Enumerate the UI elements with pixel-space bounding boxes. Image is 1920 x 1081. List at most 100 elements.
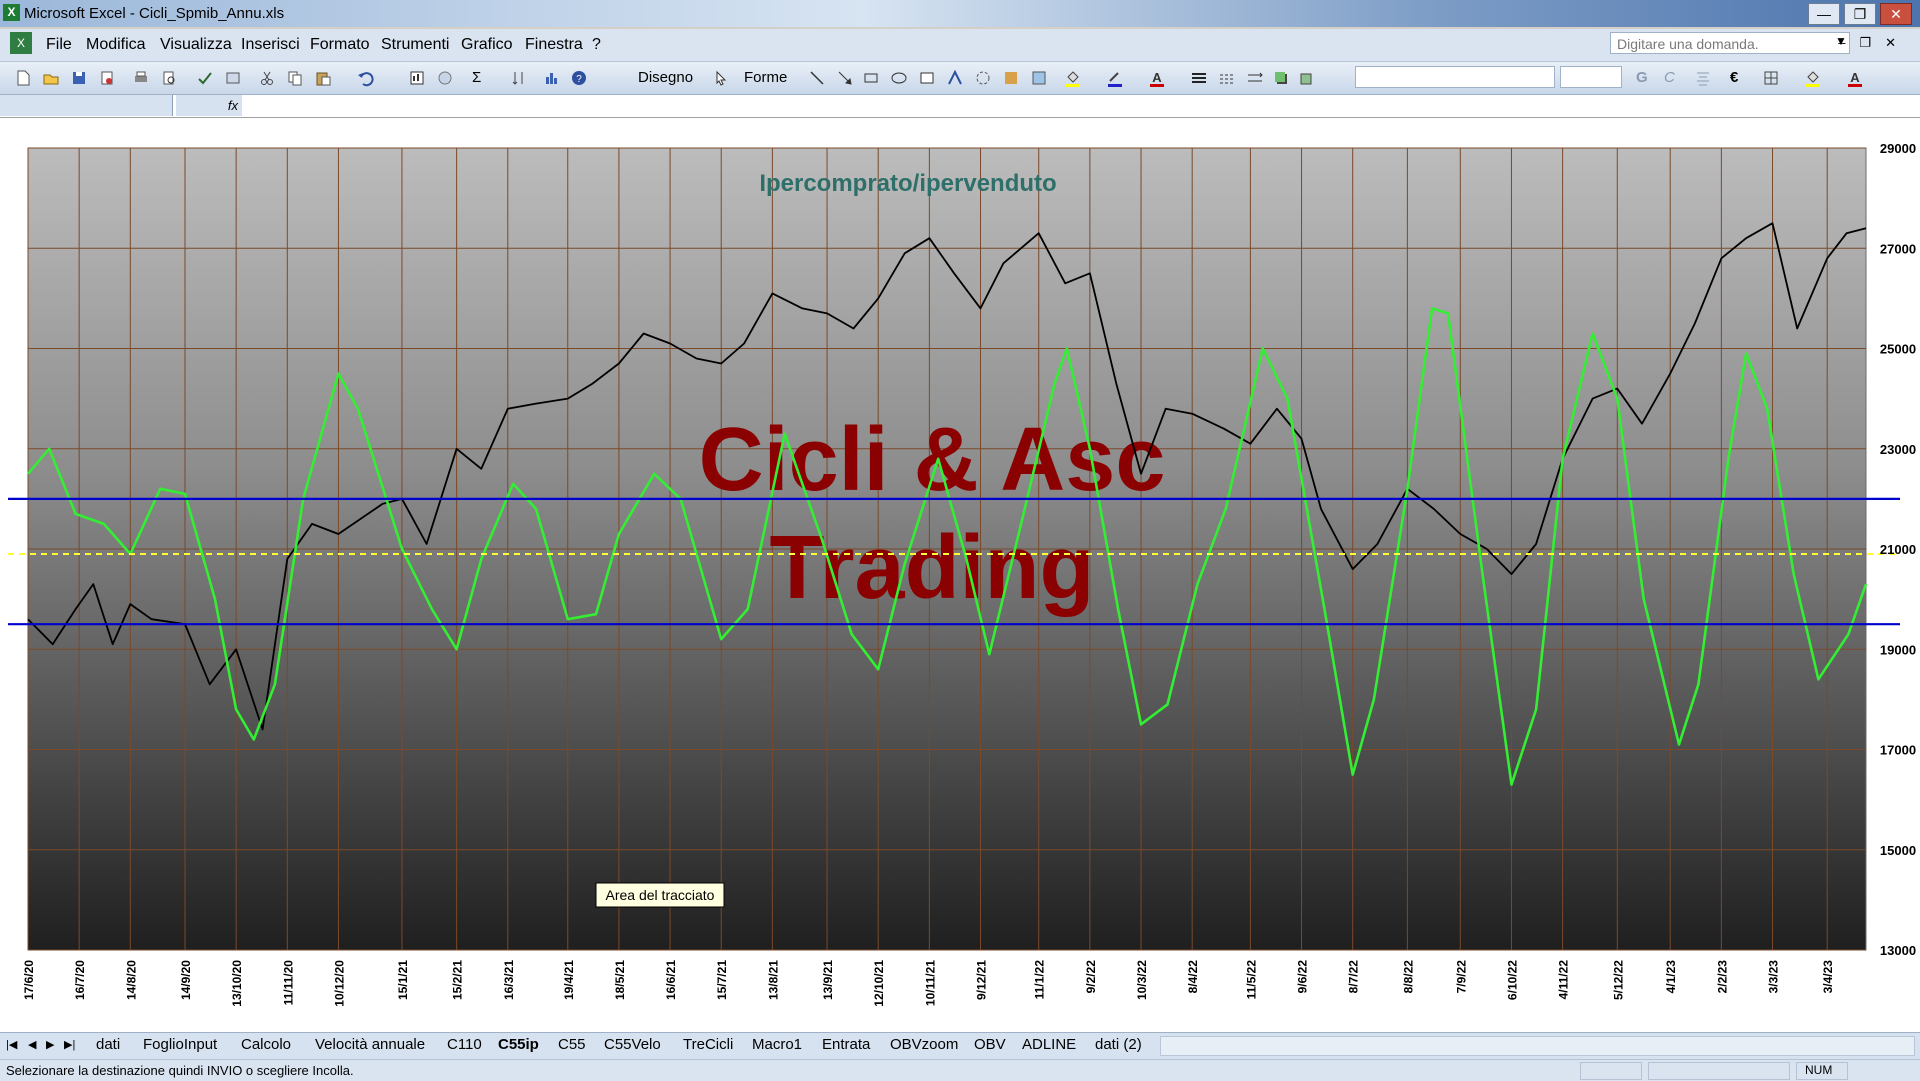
window-title: Microsoft Excel - Cicli_Spmib_Annu.xls (24, 5, 285, 22)
menu-grafico[interactable]: Grafico (461, 36, 513, 54)
minimize-icon[interactable]: — (1808, 3, 1840, 25)
sheet-tab[interactable]: C55Velo (604, 1036, 661, 1053)
ask-question-box[interactable]: Digitare una domanda. (1610, 32, 1850, 54)
menu-finestra[interactable]: Finestra (525, 36, 583, 54)
sheet-tab[interactable]: Entrata (822, 1036, 870, 1053)
horizontal-scrollbar[interactable] (1160, 1036, 1915, 1056)
svg-text:A: A (1850, 70, 1860, 85)
sheet-tab[interactable]: OBVzoom (890, 1036, 958, 1053)
x-tick-label: 9/2/22 (1084, 960, 1098, 994)
paste-icon[interactable] (314, 69, 332, 87)
new-document-icon[interactable] (14, 69, 32, 87)
chart-svg[interactable]: Cicli & Asc Trading Ipercomprato/iperven… (0, 118, 1920, 1033)
save-icon[interactable] (70, 69, 88, 87)
menu-help[interactable]: ? (592, 36, 601, 54)
font-size-combo[interactable] (1560, 66, 1622, 88)
sheet-tab-active[interactable]: C55ip (498, 1036, 539, 1053)
dash-style-icon[interactable] (1218, 69, 1236, 87)
sheet-tab[interactable]: OBV (974, 1036, 1006, 1053)
menu-file[interactable]: File (46, 36, 72, 54)
sheet-tab[interactable]: ADLINE (1022, 1036, 1076, 1053)
hyperlink-icon[interactable] (436, 69, 454, 87)
x-tick-label: 14/8/20 (124, 960, 138, 1000)
research-icon[interactable] (224, 69, 242, 87)
menu-modifica[interactable]: Modifica (86, 36, 146, 54)
x-tick-label: 15/7/21 (715, 960, 729, 1000)
x-tick-label: 17/6/20 (22, 960, 36, 1000)
menu-formato[interactable]: Formato (310, 36, 370, 54)
currency-icon[interactable]: € (1730, 69, 1738, 86)
copy-icon[interactable] (286, 69, 304, 87)
last-sheet-icon[interactable]: ▶| (64, 1038, 75, 1051)
workbook-icon[interactable]: X (10, 32, 32, 54)
arrow-tool-icon[interactable] (836, 69, 854, 87)
font-color-icon-2[interactable]: A (1846, 69, 1864, 87)
sheet-tab[interactable]: FoglioInput (143, 1036, 217, 1053)
clipart-icon[interactable] (1002, 69, 1020, 87)
picture-icon[interactable] (1030, 69, 1048, 87)
line-style-icon[interactable] (1190, 69, 1208, 87)
textbox-tool-icon[interactable] (918, 69, 936, 87)
first-sheet-icon[interactable]: |◀ (6, 1038, 17, 1051)
open-folder-icon[interactable] (42, 69, 60, 87)
fill-color-icon[interactable] (1064, 69, 1082, 87)
font-color-icon[interactable]: A (1148, 69, 1166, 87)
chart-icon[interactable] (542, 69, 560, 87)
sheet-tab[interactable]: Velocità annuale (315, 1036, 425, 1053)
permission-icon[interactable] (98, 69, 116, 87)
menu-strumenti[interactable]: Strumenti (381, 36, 449, 54)
align-center-icon[interactable] (1694, 69, 1712, 87)
x-tick-label: 5/12/22 (1611, 960, 1625, 1000)
menu-visualizza[interactable]: Visualizza (160, 36, 232, 54)
ellipse-tool-icon[interactable] (890, 69, 908, 87)
name-box[interactable] (0, 95, 173, 116)
x-tick-label: 16/3/21 (502, 960, 516, 1000)
sheet-tab[interactable]: TreCicli (683, 1036, 733, 1053)
sheet-tab[interactable]: C55 (558, 1036, 586, 1053)
print-icon[interactable] (132, 69, 150, 87)
excel-app-icon: X (3, 4, 20, 21)
x-tick-label: 7/9/22 (1454, 960, 1468, 994)
next-sheet-icon[interactable]: ▶ (46, 1038, 54, 1051)
bold-icon[interactable]: G (1636, 69, 1648, 86)
select-pointer-icon[interactable] (712, 69, 730, 87)
rectangle-tool-icon[interactable] (862, 69, 880, 87)
cut-icon[interactable] (258, 69, 276, 87)
menu-inserisci[interactable]: Inserisci (241, 36, 300, 54)
autosum-icon[interactable]: Σ (472, 69, 481, 86)
restore-icon[interactable]: ❐ (1844, 3, 1876, 25)
sort-icon[interactable] (510, 69, 528, 87)
chart-wizard-icon[interactable] (408, 69, 426, 87)
diagram-icon[interactable] (974, 69, 992, 87)
line-tool-icon[interactable] (808, 69, 826, 87)
shadow-icon[interactable] (1272, 69, 1290, 87)
shapes-menu[interactable]: Forme (744, 69, 787, 86)
borders-icon[interactable] (1762, 69, 1780, 87)
undo-icon[interactable] (356, 69, 374, 87)
arrow-style-icon[interactable] (1246, 69, 1264, 87)
prev-sheet-icon[interactable]: ◀ (28, 1038, 36, 1051)
sheet-tab[interactable]: C110 (447, 1036, 482, 1053)
italic-icon[interactable]: C (1664, 69, 1675, 86)
close-icon[interactable]: ✕ (1880, 3, 1912, 25)
drawing-menu[interactable]: Disegno (638, 69, 693, 86)
fx-icon[interactable]: fx (176, 95, 242, 116)
help-icon[interactable]: ? (570, 69, 588, 87)
print-preview-icon[interactable] (160, 69, 178, 87)
x-tick-label: 4/11/22 (1557, 960, 1571, 1000)
font-name-combo[interactable] (1355, 66, 1555, 88)
spelling-icon[interactable] (196, 69, 214, 87)
y-tick-label: 29000 (1880, 141, 1916, 156)
document-controls[interactable]: –❐✕ (1838, 35, 1910, 51)
sheet-tab[interactable]: Macro1 (752, 1036, 802, 1053)
sheet-tab[interactable]: dati (2) (1095, 1036, 1142, 1053)
3d-icon[interactable] (1298, 69, 1316, 87)
menu-bar: X File Modifica Visualizza Inserisci For… (0, 29, 1920, 62)
wordart-icon[interactable] (946, 69, 964, 87)
y-tick-label: 13000 (1880, 943, 1916, 958)
fill-color-icon-2[interactable] (1804, 69, 1822, 87)
x-axis: 17/6/20 16/7/20 14/8/20 14/9/20 13/10/20 11/1… (22, 960, 1835, 1007)
line-color-icon[interactable] (1106, 69, 1124, 87)
sheet-tab[interactable]: dati (96, 1036, 120, 1053)
sheet-tab[interactable]: Calcolo (241, 1036, 291, 1053)
